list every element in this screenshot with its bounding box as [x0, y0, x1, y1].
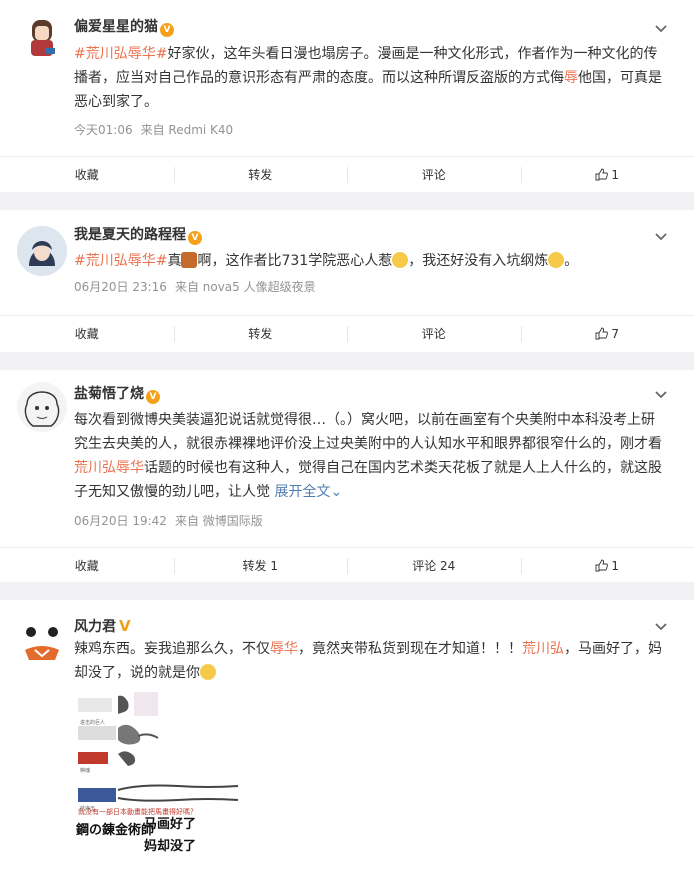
vip-badge-icon: V: [188, 231, 202, 245]
collect-button[interactable]: 收藏: [0, 548, 174, 584]
post-time[interactable]: 06月20日 19:42: [74, 514, 167, 528]
weibo-post: 偏爱星星的猫 V #荒川弘辱华#好家伙，这年头看日漫也塌房子。漫画是一种文化形式，…: [0, 0, 694, 192]
image-label: 棋魂: [80, 767, 90, 774]
chevron-down-icon[interactable]: [654, 388, 668, 402]
user-name[interactable]: 盐菊悟了烧 V: [74, 384, 160, 404]
image-title: 鋼の錬金術師: [75, 822, 154, 838]
like-button[interactable]: 1: [520, 157, 694, 193]
weibo-post: 盐菊悟了烧 V 每次看到微博央美装逼犯说话就觉得很…（。）窝火吧，以前在画室有个央…: [0, 370, 694, 582]
avatar[interactable]: [17, 12, 67, 62]
topic-link[interactable]: 荒川弘辱华: [74, 460, 144, 476]
post-text: 每次看到微博央美装逼犯说话就觉得很…（。）窝火吧，以前在画室有个央美附中本科没考…: [74, 412, 662, 500]
post-meta: 06月20日 19:42 来自 微博国际版: [74, 512, 271, 529]
user-name[interactable]: 偏爱星星的猫 V: [74, 17, 174, 37]
thumb-up-icon: [595, 559, 609, 572]
repost-button[interactable]: 转发: [173, 157, 348, 193]
topic-link[interactable]: #荒川弘辱华#: [74, 253, 167, 269]
post-source: 来自 Redmi K40: [140, 123, 234, 137]
like-button[interactable]: 1: [520, 548, 694, 584]
image-label: 航海王: [80, 805, 95, 812]
avatar[interactable]: [17, 226, 67, 276]
post-text: 辣鸡东西。妄我追那么久，不仅辱华，竟然夹带私货到现在才知道！！！荒川弘，马画好了…: [74, 641, 662, 681]
comment-button[interactable]: 评论: [347, 316, 521, 352]
post-meta: 今天01:06 来自 Redmi K40: [74, 121, 241, 138]
post-text: #荒川弘辱华#好家伙，这年头看日漫也塌房子。漫画是一种文化形式，作者作为一种文化…: [74, 46, 662, 110]
verified-v-icon: V: [119, 617, 131, 635]
topic-link[interactable]: #荒川弘辱华#: [74, 46, 167, 62]
action-bar: 收藏 转发 评论 1: [0, 156, 694, 193]
chevron-down-icon[interactable]: [654, 230, 668, 244]
user-name[interactable]: 风力君 V: [74, 616, 131, 637]
action-bar: 收藏 转发 评论 7: [0, 315, 694, 352]
post-time[interactable]: 今天01:06: [74, 123, 133, 137]
post-text: #荒川弘辱华#真 啊，这作者比731学院恶心人惹 ，我还好没有入坑纲炼。: [74, 252, 579, 269]
smile-emoji-icon: [200, 664, 216, 680]
vip-badge-icon: V: [146, 390, 160, 404]
collect-button[interactable]: 收藏: [0, 157, 174, 193]
user-name[interactable]: 我是夏天的路程程 V: [74, 225, 202, 245]
comment-button[interactable]: 评论 24: [347, 548, 521, 584]
thumb-up-icon: [595, 327, 609, 340]
image-label: 进击的巨人: [80, 719, 105, 726]
thumb-up-icon: [595, 168, 609, 181]
weibo-post: 我是夏天的路程程 V #荒川弘辱华#真 啊，这作者比731学院恶心人惹 ，我还好没有入…: [0, 210, 694, 352]
post-meta: 06月20日 23:16 来自 nova5 人像超级夜景: [74, 278, 324, 295]
post-time[interactable]: 06月20日 23:16: [74, 280, 167, 294]
post-image[interactable]: 就没有一部日本動畫能把馬畫得好嗎？ 鋼の錬金術師 马画好了 妈却没了 进击的巨人…: [74, 692, 250, 862]
repost-button[interactable]: 转发: [173, 316, 348, 352]
comment-button[interactable]: 评论: [347, 157, 521, 193]
action-bar: 收藏 转发 1 评论 24 1: [0, 547, 694, 584]
image-caption: 就没有一部日本動畫能把馬畫得好嗎？: [78, 807, 197, 816]
post-source: 来自 nova5 人像超级夜景: [174, 280, 316, 294]
vip-badge-icon: V: [160, 23, 174, 37]
mention-link[interactable]: 荒川弘: [522, 641, 564, 657]
collect-button[interactable]: 收藏: [0, 316, 174, 352]
chevron-down-icon: ⌄: [330, 484, 343, 500]
pray-emoji-icon: [548, 252, 565, 268]
fox-emoji-icon: [181, 252, 198, 268]
like-button[interactable]: 7: [520, 316, 694, 352]
post-source: 来自 微博国际版: [174, 514, 263, 528]
grin-emoji-icon: [392, 252, 409, 268]
avatar[interactable]: [17, 382, 67, 432]
repost-button[interactable]: 转发 1: [173, 548, 348, 584]
image-text-mom: 妈却没了: [144, 838, 196, 854]
chevron-down-icon[interactable]: [654, 22, 668, 36]
weibo-post: 风力君 V 辣鸡东西。妄我追那么久，不仅辱华，竟然夹带私货到现在才知道！！！荒川弘…: [0, 600, 694, 874]
expand-full-text-link[interactable]: 展开全文⌄: [274, 484, 342, 500]
avatar[interactable]: [17, 614, 67, 664]
chevron-down-icon[interactable]: [654, 620, 668, 634]
image-text-horse: 马画好了: [144, 816, 196, 832]
